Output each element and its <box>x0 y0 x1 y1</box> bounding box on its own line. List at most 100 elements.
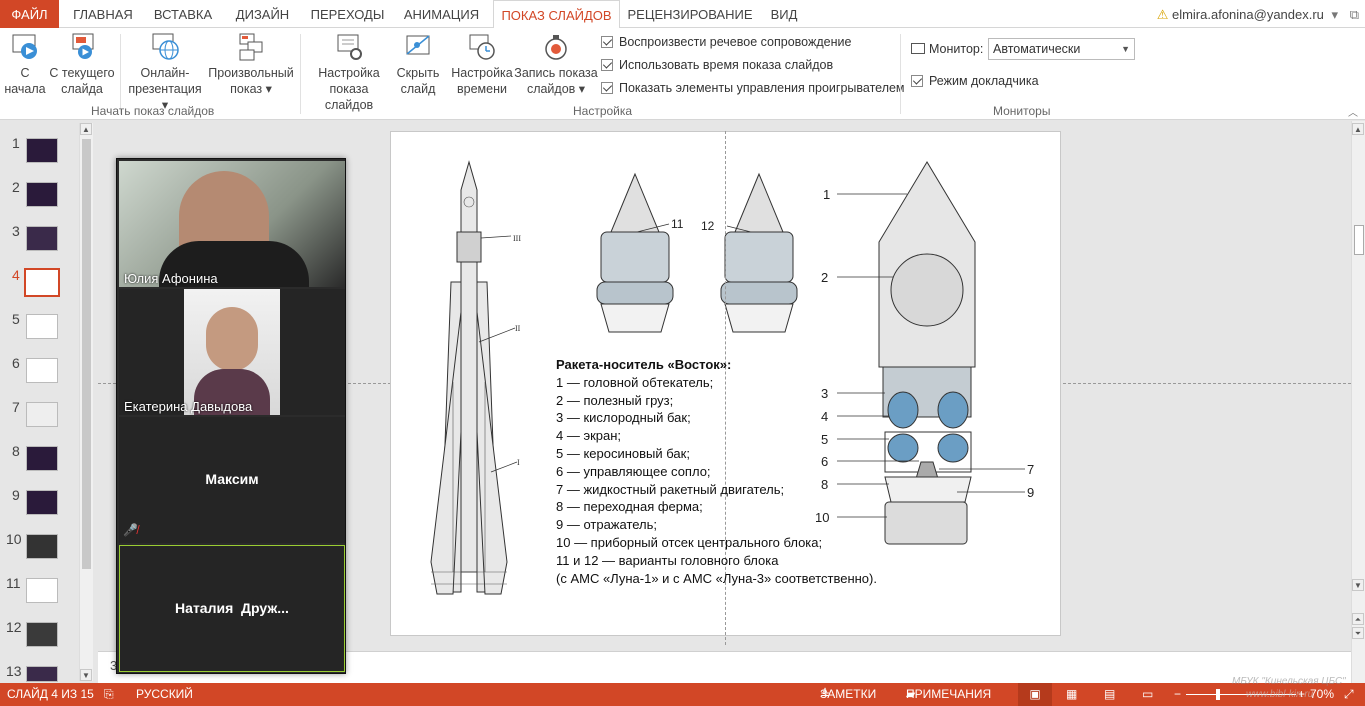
thumb-number: 2 <box>12 179 20 195</box>
language-indicator[interactable]: РУССКИЙ <box>136 683 193 706</box>
separator <box>300 34 301 114</box>
record-label1: Запись показа <box>514 66 598 80</box>
scroll-thumb[interactable] <box>1354 225 1364 255</box>
from-current-button[interactable]: С текущего слайда <box>48 32 116 97</box>
slide-sorter-icon[interactable]: ▦ <box>1066 683 1077 706</box>
slide-thumbnail-8[interactable] <box>26 446 58 471</box>
comments-label: ПРИМЕЧАНИЯ <box>906 687 992 701</box>
online-present-button[interactable]: Онлайн- презентация ▾ <box>124 32 206 113</box>
controls-label: Показать элементы управления проигрывате… <box>619 81 905 95</box>
tab-insert[interactable]: ВСТАВКА <box>146 0 220 28</box>
label-12: 12 <box>701 219 715 233</box>
custom-label1: Произвольный <box>208 66 294 80</box>
collapse-ribbon-icon[interactable]: ︿ <box>1348 104 1358 119</box>
separator <box>900 34 901 114</box>
participant-tile-4[interactable]: Наталия Друж... <box>119 545 345 672</box>
slide-thumbnail-2[interactable] <box>26 182 58 207</box>
from-start-button[interactable]: С начала <box>4 32 46 97</box>
slideshow-view-icon[interactable]: ▭ <box>1142 683 1153 706</box>
slide-thumbnail-9[interactable] <box>26 490 58 515</box>
record-show-button[interactable]: Запись показа слайдов ▾ <box>514 32 598 97</box>
slide-caption[interactable]: Ракета-носитель «Восток»: 1 — головной о… <box>556 356 877 587</box>
mic-muted-icon: 🎤̸ <box>123 523 138 537</box>
slide-thumbnail-3[interactable] <box>26 226 58 251</box>
tab-review[interactable]: РЕЦЕНЗИРОВАНИЕ <box>625 0 755 28</box>
monitor-select[interactable]: Автоматически ▼ <box>988 38 1135 60</box>
reading-view-icon[interactable]: ▤ <box>1104 683 1115 706</box>
zoom-out-icon[interactable]: − <box>1174 683 1181 706</box>
participant-name: Максим <box>205 471 259 487</box>
spellcheck-icon[interactable]: ⎘ <box>104 683 114 706</box>
tab-animation[interactable]: АНИМАЦИЯ <box>394 0 489 28</box>
scroll-thumb[interactable] <box>82 139 91 569</box>
monitor-icon <box>911 43 925 54</box>
group-label-start: Начать показ слайдов <box>91 104 215 118</box>
account-menu[interactable]: ⚠ elmira.afonina@yandex.ru ▾ ⧉ <box>1157 0 1359 28</box>
group-label-monitors: Мониторы <box>993 104 1051 118</box>
slide-thumbnail-4[interactable] <box>24 268 60 297</box>
normal-view-icon[interactable]: ▣ <box>1018 683 1052 706</box>
slide-thumbnail-13[interactable] <box>26 666 58 682</box>
zoom-slider-thumb[interactable] <box>1216 689 1220 700</box>
narration-label: Воспроизвести речевое сопровождение <box>619 35 852 49</box>
thumb-number: 5 <box>12 311 20 327</box>
participant-name: Наталия Друж... <box>175 600 289 616</box>
thumb-number: 11 <box>6 575 21 591</box>
thumb-number: 1 <box>12 135 20 151</box>
participant-tile-1[interactable]: Юлия Афонина <box>119 161 345 287</box>
custom-show-icon <box>239 33 263 61</box>
status-bar: СЛАЙД 4 ИЗ 15 ⎘ РУССКИЙ ≜ ЗАМЕТКИ ▰ ПРИМ… <box>0 683 1365 706</box>
hide-slide-button[interactable]: Скрыть слайд <box>394 32 442 97</box>
label-11: 11 <box>671 217 684 231</box>
thumb-number: 3 <box>12 223 20 239</box>
rehearse-timings-button[interactable]: Настройка времени <box>450 32 514 97</box>
record-icon <box>545 35 567 60</box>
timings-checkbox[interactable]: Использовать время показа слайдов <box>601 57 833 73</box>
watermark-url: www.bibl-kin.ru <box>1246 689 1314 700</box>
tab-file[interactable]: ФАЙЛ <box>0 0 59 28</box>
restore-icon[interactable]: ⧉ <box>1350 7 1359 22</box>
main-scrollbar[interactable]: ▲ ▼ ⏶ ⏷ <box>1351 121 1365 683</box>
slide-thumbnail-1[interactable] <box>26 138 58 163</box>
scroll-up-icon[interactable]: ▲ <box>80 123 92 135</box>
label-2: 2 <box>821 270 828 285</box>
online-label1: Онлайн- <box>140 66 190 80</box>
next-slide-icon[interactable]: ⏷ <box>1352 627 1364 639</box>
slide-thumbnail-6[interactable] <box>26 358 58 383</box>
rehearse-label1: Настройка <box>451 66 513 80</box>
tab-view[interactable]: ВИД <box>760 0 808 28</box>
scroll-down-icon[interactable]: ▼ <box>1352 579 1364 591</box>
custom-show-button[interactable]: Произвольный показ ▾ <box>208 32 294 97</box>
controls-checkbox[interactable]: Показать элементы управления проигрывате… <box>601 80 905 96</box>
from-start-label1: С <box>20 66 30 80</box>
from-current-label2: слайда <box>61 82 103 96</box>
thumbnail-scrollbar[interactable]: ▲ ▼ <box>79 123 93 681</box>
setup-show-button[interactable]: Настройка показа слайдов <box>304 32 394 113</box>
previous-slide-icon[interactable]: ⏶ <box>1352 613 1364 625</box>
scroll-up-icon[interactable]: ▲ <box>1352 123 1364 135</box>
timings-label: Использовать время показа слайдов <box>619 58 834 72</box>
monitor-value: Автоматически <box>993 42 1081 56</box>
slide-thumbnail-7[interactable] <box>26 402 58 427</box>
video-call-panel: Юлия Афонина Екатерина Давыдова Максим 🎤… <box>116 158 346 674</box>
slide-thumbnail-10[interactable] <box>26 534 58 559</box>
tab-transitions[interactable]: ПЕРЕХОДЫ <box>305 0 390 28</box>
ribbon-tab-bar: ФАЙЛ ГЛАВНАЯ ВСТАВКА ДИЗАЙН ПЕРЕХОДЫ АНИ… <box>0 0 1365 29</box>
tab-home[interactable]: ГЛАВНАЯ <box>64 0 142 28</box>
slide-thumbnail-12[interactable] <box>26 622 58 647</box>
narration-checkbox[interactable]: Воспроизвести речевое сопровождение <box>601 34 851 50</box>
caption-lines: 1 — головной обтекатель; 2 — полезный гр… <box>556 374 877 586</box>
participant-tile-2[interactable]: Екатерина Давыдова <box>119 289 345 415</box>
scroll-down-icon[interactable]: ▼ <box>80 669 92 681</box>
presenter-view-label: Режим докладчика <box>929 74 1039 88</box>
thumb-number: 12 <box>6 619 22 635</box>
tab-slideshow[interactable]: ПОКАЗ СЛАЙДОВ <box>493 0 620 29</box>
chevron-down-icon: ▼ <box>1121 44 1130 54</box>
slide-thumbnail-5[interactable] <box>26 314 58 339</box>
presenter-view-checkbox[interactable]: Режим докладчика <box>911 73 1039 89</box>
participant-tile-3[interactable]: Максим 🎤̸ <box>119 417 345 543</box>
separator <box>120 34 121 114</box>
watermark-text: МБУК "Кинельская ЦБС" <box>1232 676 1346 687</box>
tab-design[interactable]: ДИЗАЙН <box>225 0 300 28</box>
slide-thumbnail-11[interactable] <box>26 578 58 603</box>
